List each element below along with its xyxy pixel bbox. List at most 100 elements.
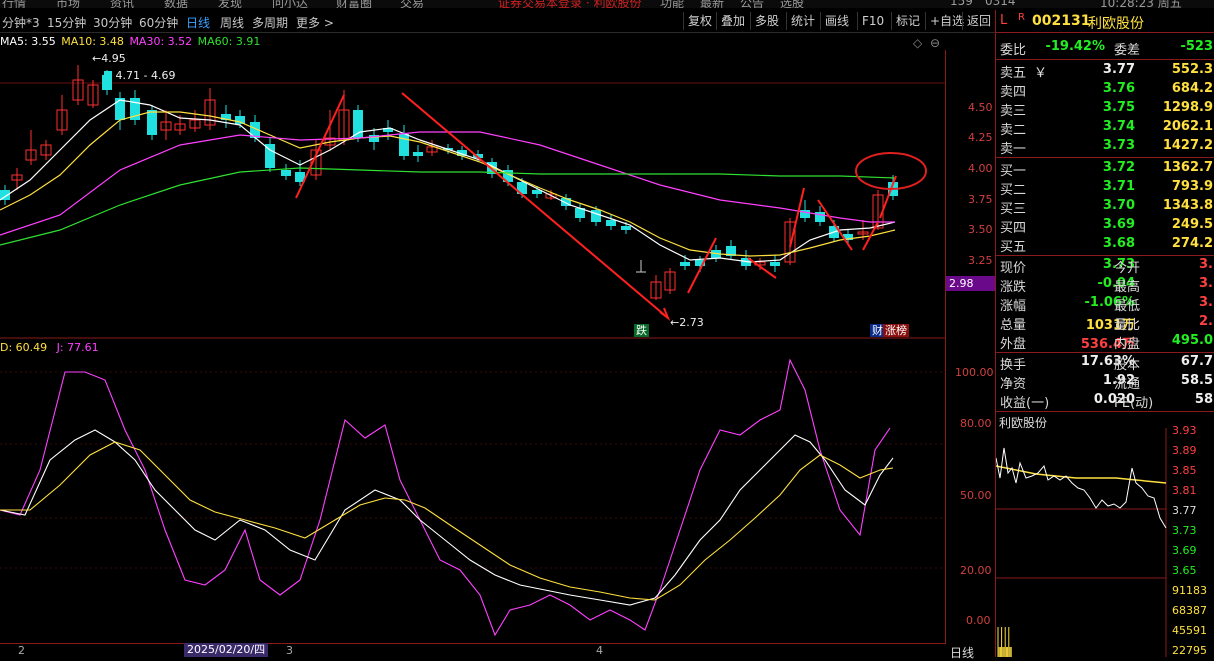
stats-value: 58 (1194, 392, 1213, 407)
kdj-tick: 20.00 (960, 564, 992, 577)
period-3min[interactable]: 分钟*3 (2, 14, 40, 31)
trend-arrows (295, 92, 897, 321)
quote-row: 涨跌 -0.04 最高 3. (996, 276, 1214, 295)
mini-price-tick: 3.85 (1172, 464, 1197, 477)
candle-body (621, 226, 631, 230)
stats-value: 67.7 (1180, 354, 1213, 369)
kline-chart[interactable] (0, 50, 946, 643)
menu-item[interactable]: 选股 (780, 0, 804, 8)
rise-list-tag[interactable]: 涨榜 (883, 324, 909, 337)
candle-body (147, 110, 157, 135)
quote-row: 外盘 536.4万 内盘 495.0 (996, 333, 1214, 352)
mini-price-tick: 3.69 (1172, 544, 1197, 557)
price-tick: 4.00 (968, 162, 993, 175)
menu-item[interactable]: 发现 (218, 0, 242, 8)
statistics-button[interactable]: 统计 (786, 12, 819, 30)
quote-label: 内盘 (1114, 337, 1141, 352)
sell-price: 3.73 (1102, 138, 1135, 153)
ma30-label: MA30: 3.52 (129, 35, 193, 48)
menu-item[interactable]: 行情 (2, 0, 26, 8)
sell-volume: 1298.9 (1162, 100, 1213, 115)
restore-rights-button[interactable]: 复权 (683, 12, 716, 30)
f10-button[interactable]: F10 (857, 12, 888, 30)
ma-legend: MA5: 3.55 MA10: 3.48 MA30: 3.52 MA60: 3.… (0, 35, 262, 49)
date-axis: 2 3 4 (0, 643, 946, 658)
menu-item[interactable]: 资讯 (110, 0, 134, 8)
stats-label: 换手 (1000, 358, 1027, 373)
kdj-tick: 80.00 (960, 417, 992, 430)
sell-level-row: 卖三 3.75 1298.9 (996, 100, 1214, 119)
price-tick: 4.50 (968, 101, 993, 114)
overlay-button[interactable]: 叠加 (716, 12, 749, 30)
quote-label: 涨幅 (1000, 299, 1027, 314)
sell-volume: 684.2 (1171, 81, 1213, 96)
quote-row: 现价 3.73 今开 3. (996, 257, 1214, 276)
buy-price: 3.70 (1102, 198, 1135, 213)
menu-item[interactable]: 市场 (56, 0, 80, 8)
menu-item[interactable]: 数据 (164, 0, 188, 8)
buy-volume: 1362.7 (1162, 160, 1213, 175)
menu-item[interactable]: 最新 (700, 0, 724, 8)
menu-item[interactable]: 功能 (660, 0, 684, 8)
candle-body (399, 134, 409, 156)
menu-item[interactable]: 公告 (740, 0, 764, 8)
intraday-minichart[interactable] (996, 428, 1214, 657)
buy-level-label: 买五 (1000, 240, 1027, 255)
period-weekly[interactable]: 周线 (220, 14, 244, 31)
ma60-line (0, 167, 896, 246)
diamond-icon[interactable]: ◇ (913, 36, 922, 50)
sell-volume: 1427.2 (1162, 138, 1213, 153)
buy-level-label: 买一 (1000, 164, 1027, 179)
period-more[interactable]: 更多 > (296, 14, 334, 31)
period-60min[interactable]: 60分钟 (139, 14, 178, 31)
price-tick: 4.25 (968, 131, 993, 144)
mini-price-tick: 3.81 (1172, 484, 1197, 497)
top-notice[interactable]: 证券交易本登录 · 利欧股份 (498, 0, 641, 8)
price-tick: 3.50 (968, 223, 993, 236)
sell-level-row: 卖二 3.74 2062.1 (996, 119, 1214, 138)
candle-body (591, 210, 601, 222)
candle-body (115, 98, 125, 120)
multi-stock-button[interactable]: 多股 (750, 12, 783, 30)
zoom-out-icon[interactable]: ⊖ (930, 36, 940, 50)
stat-value: 159 (950, 0, 973, 8)
range-annotation: 4.71 - 4.69 (104, 69, 175, 82)
kdj-d-line (0, 441, 894, 601)
clock: 10:28:23 周五 (1100, 0, 1182, 8)
order-ratio-value: -19.42% (1045, 39, 1105, 54)
quote-value: 3. (1199, 257, 1213, 272)
sell-level-row: 卖一 3.73 1427.2 (996, 138, 1214, 157)
menu-item[interactable]: 交易 (400, 0, 424, 8)
stats-label: 净资 (1000, 377, 1027, 392)
top-menu-bar: 行情 市场 资讯 数据 发现 问小达 财富圈 交易 证券交易本登录 · 利欧股份… (0, 0, 1214, 8)
candle-body (235, 116, 245, 124)
stats-label: PE(动) (1114, 396, 1154, 411)
flag-l: L (1000, 13, 1008, 28)
menu-item[interactable]: 财富圈 (336, 0, 372, 8)
back-button[interactable]: 返回 (962, 12, 995, 30)
quote-label: 今开 (1114, 261, 1141, 276)
flag-r: R (1018, 12, 1025, 23)
buy-price: 3.71 (1102, 179, 1135, 194)
kdj-tick: 100.00 (955, 366, 994, 379)
sell-volume: 552.3 (1171, 62, 1213, 77)
stats-value: 58.5 (1180, 373, 1213, 388)
period-multi[interactable]: 多周期 (252, 14, 288, 31)
period-30min[interactable]: 30分钟 (93, 14, 132, 31)
buy-price: 3.69 (1102, 217, 1135, 232)
kdj-j-line (0, 358, 891, 637)
mini-price-tick: 3.93 (1172, 424, 1197, 437)
draw-line-button[interactable]: 画线 (820, 12, 853, 30)
mini-volume-tick: 68387 (1172, 604, 1207, 617)
buy-volume: 249.5 (1171, 217, 1213, 232)
high-value: 4.95 (101, 52, 126, 65)
mark-button[interactable]: 标记 (891, 12, 924, 30)
period-15min[interactable]: 15分钟 (47, 14, 86, 31)
period-daily[interactable]: 日线 (186, 14, 210, 31)
menu-item[interactable]: 问小达 (272, 0, 308, 8)
stat-value: 0314 (985, 0, 1016, 8)
buy-level-row: 买三 3.70 1343.8 (996, 198, 1214, 217)
low-value: 2.73 (679, 316, 704, 329)
period-footer[interactable]: 日线 (950, 644, 974, 661)
fall-tag[interactable]: 跌 (634, 324, 649, 337)
